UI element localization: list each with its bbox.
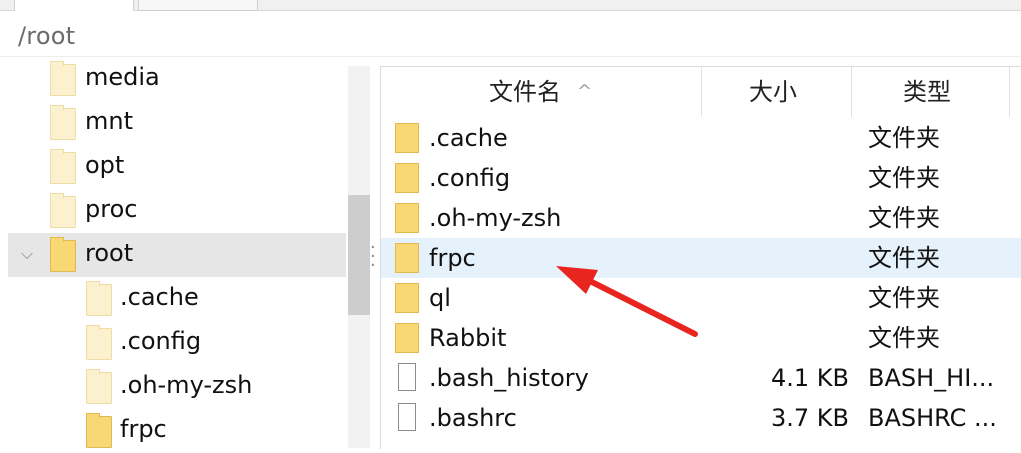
annotation-arrow-icon [556,266,698,337]
